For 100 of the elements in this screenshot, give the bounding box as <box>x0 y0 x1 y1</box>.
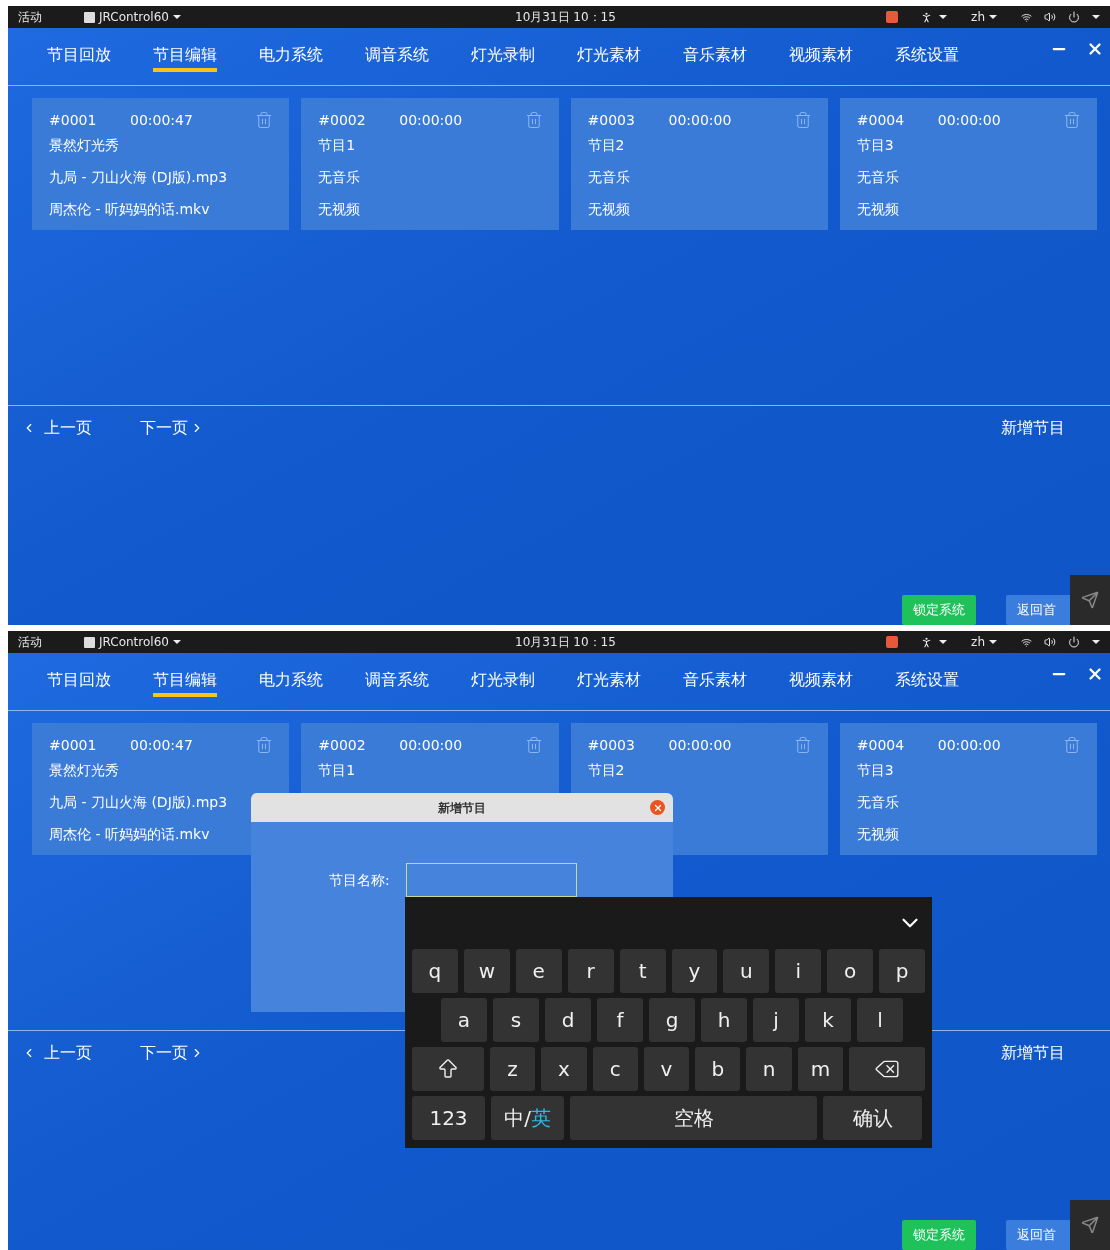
program-name-field[interactable] <box>406 863 577 897</box>
key[interactable]: a <box>441 998 487 1042</box>
nav-tab[interactable]: 灯光录制 <box>471 41 535 72</box>
key[interactable]: z <box>489 1047 536 1091</box>
key[interactable]: q <box>412 949 458 993</box>
activities-button[interactable]: 活动 <box>18 8 42 26</box>
power-icon[interactable] <box>1068 636 1080 648</box>
network-icon[interactable] <box>1021 636 1032 648</box>
app-indicator-icon[interactable] <box>886 636 899 648</box>
nav-tab[interactable]: 电力系统 <box>259 41 323 72</box>
key[interactable]: h <box>701 998 747 1042</box>
key[interactable]: w <box>463 949 510 993</box>
key[interactable]: b <box>695 1047 741 1091</box>
numbers-key[interactable]: 123 <box>412 1096 485 1140</box>
key[interactable]: s <box>493 998 539 1042</box>
key[interactable]: d <box>545 998 591 1042</box>
nav-tab[interactable]: 系统设置 <box>895 666 959 697</box>
key[interactable]: v <box>643 1047 690 1091</box>
next-page-button[interactable]: 下一页 <box>140 1041 204 1065</box>
music-file: 九局 - 刀山火海 (DJ版).mp3 <box>49 793 229 810</box>
nav-tab[interactable]: 节目回放 <box>47 666 111 697</box>
power-icon[interactable] <box>1068 11 1080 23</box>
program-card[interactable]: #0004 00:00:00 节目3 无音乐 无视频 <box>839 98 1097 230</box>
program-number: #0002 <box>318 110 367 130</box>
nav-tab[interactable]: 灯光录制 <box>471 666 535 697</box>
key[interactable]: l <box>857 998 903 1042</box>
program-name: 节目2 <box>587 761 626 778</box>
network-icon[interactable] <box>1021 11 1032 23</box>
app-indicator-icon[interactable] <box>886 11 899 23</box>
program-card[interactable]: #0004 00:00:00 节目3 无音乐 无视频 <box>839 723 1097 855</box>
key[interactable]: i <box>775 949 822 993</box>
previous-page-button[interactable]: 上一页 <box>22 416 92 440</box>
clock[interactable]: 10月31日 10：15 <box>515 633 616 651</box>
nav-tab[interactable]: 电力系统 <box>259 666 323 697</box>
key[interactable]: r <box>567 949 614 993</box>
volume-icon[interactable] <box>1044 636 1056 648</box>
key[interactable]: n <box>746 1047 792 1091</box>
close-icon[interactable] <box>1086 40 1104 58</box>
program-duration: 00:00:00 <box>937 735 1001 755</box>
key[interactable]: t <box>619 949 666 993</box>
app-icon <box>84 636 95 648</box>
program-card[interactable]: #0002 00:00:00 节目1 无音乐 无视频 <box>301 98 559 230</box>
nav-tab[interactable]: 节目回放 <box>47 41 111 72</box>
key[interactable]: u <box>723 949 770 993</box>
nav-tab[interactable]: 调音系统 <box>365 41 429 72</box>
nav-tab[interactable]: 音乐素材 <box>683 666 747 697</box>
dialog-title: 新增节目 <box>438 799 486 817</box>
send-icon <box>1081 1216 1099 1234</box>
volume-icon[interactable] <box>1044 11 1056 23</box>
home-button[interactable]: 返回首 <box>1006 595 1070 625</box>
app-menu[interactable]: JRControl60 <box>84 8 181 26</box>
program-card[interactable]: #0003 00:00:00 节目2 无音乐 无视频 <box>570 98 828 230</box>
shift-key[interactable] <box>412 1047 484 1091</box>
activities-button[interactable]: 活动 <box>18 633 42 651</box>
add-program-button[interactable]: 新增节目 <box>1001 416 1065 440</box>
nav-tab[interactable]: 视频素材 <box>789 666 853 697</box>
caret-icon <box>939 640 948 644</box>
key[interactable]: j <box>753 998 799 1042</box>
input-method-menu[interactable]: zh <box>971 8 997 26</box>
video-file: 无视频 <box>856 825 900 842</box>
key[interactable]: e <box>515 949 562 993</box>
key[interactable]: x <box>541 1047 587 1091</box>
backspace-key[interactable] <box>849 1047 925 1091</box>
nav-tab[interactable]: 音乐素材 <box>683 41 747 72</box>
program-name: 节目1 <box>318 136 357 153</box>
input-method-menu[interactable]: zh <box>971 633 997 651</box>
confirm-key[interactable]: 确认 <box>823 1096 922 1140</box>
nav-tab[interactable]: 视频素材 <box>789 41 853 72</box>
program-card[interactable]: #0001 00:00:47 景然灯光秀 九局 - 刀山火海 (DJ版).mp3 周杰伦 - 听妈妈的话.mkv <box>32 723 290 855</box>
nav-tab[interactable]: 系统设置 <box>895 41 959 72</box>
nav-tab[interactable]: 灯光素材 <box>577 666 641 697</box>
music-file: 无音乐 <box>318 168 362 185</box>
nav-tab[interactable]: 灯光素材 <box>577 41 641 72</box>
key[interactable]: o <box>827 949 874 993</box>
clock[interactable]: 10月31日 10：15 <box>515 8 616 26</box>
key[interactable]: k <box>805 998 851 1042</box>
key[interactable]: g <box>649 998 695 1042</box>
nav-tab[interactable]: 节目编辑 <box>153 666 217 697</box>
app-menu[interactable]: JRControl60 <box>84 633 181 651</box>
close-button[interactable] <box>650 800 665 815</box>
previous-page-button[interactable]: 上一页 <box>22 1041 92 1065</box>
app-icon <box>84 11 95 23</box>
program-number: #0001 <box>49 110 98 130</box>
language-key[interactable]: 中/英 <box>491 1096 564 1140</box>
space-key[interactable]: 空格 <box>570 1096 817 1140</box>
close-icon[interactable] <box>1086 665 1104 683</box>
home-button[interactable]: 返回首 <box>1006 1220 1070 1250</box>
key[interactable]: y <box>671 949 718 993</box>
nav-tab[interactable]: 节目编辑 <box>153 41 217 72</box>
floating-widget[interactable] <box>1070 1200 1110 1250</box>
key[interactable]: m <box>797 1047 844 1091</box>
key[interactable]: c <box>592 1047 638 1091</box>
floating-widget[interactable] <box>1070 575 1110 625</box>
key[interactable]: f <box>597 998 643 1042</box>
key[interactable]: p <box>879 949 926 993</box>
program-card[interactable]: #0001 00:00:47 景然灯光秀 九局 - 刀山火海 (DJ版).mp3 周杰伦 - 听妈妈的话.mkv <box>32 98 290 230</box>
add-program-button[interactable]: 新增节目 <box>1001 1041 1065 1065</box>
nav-tab[interactable]: 调音系统 <box>365 666 429 697</box>
caret-icon <box>1092 640 1100 644</box>
next-page-button[interactable]: 下一页 <box>140 416 204 440</box>
